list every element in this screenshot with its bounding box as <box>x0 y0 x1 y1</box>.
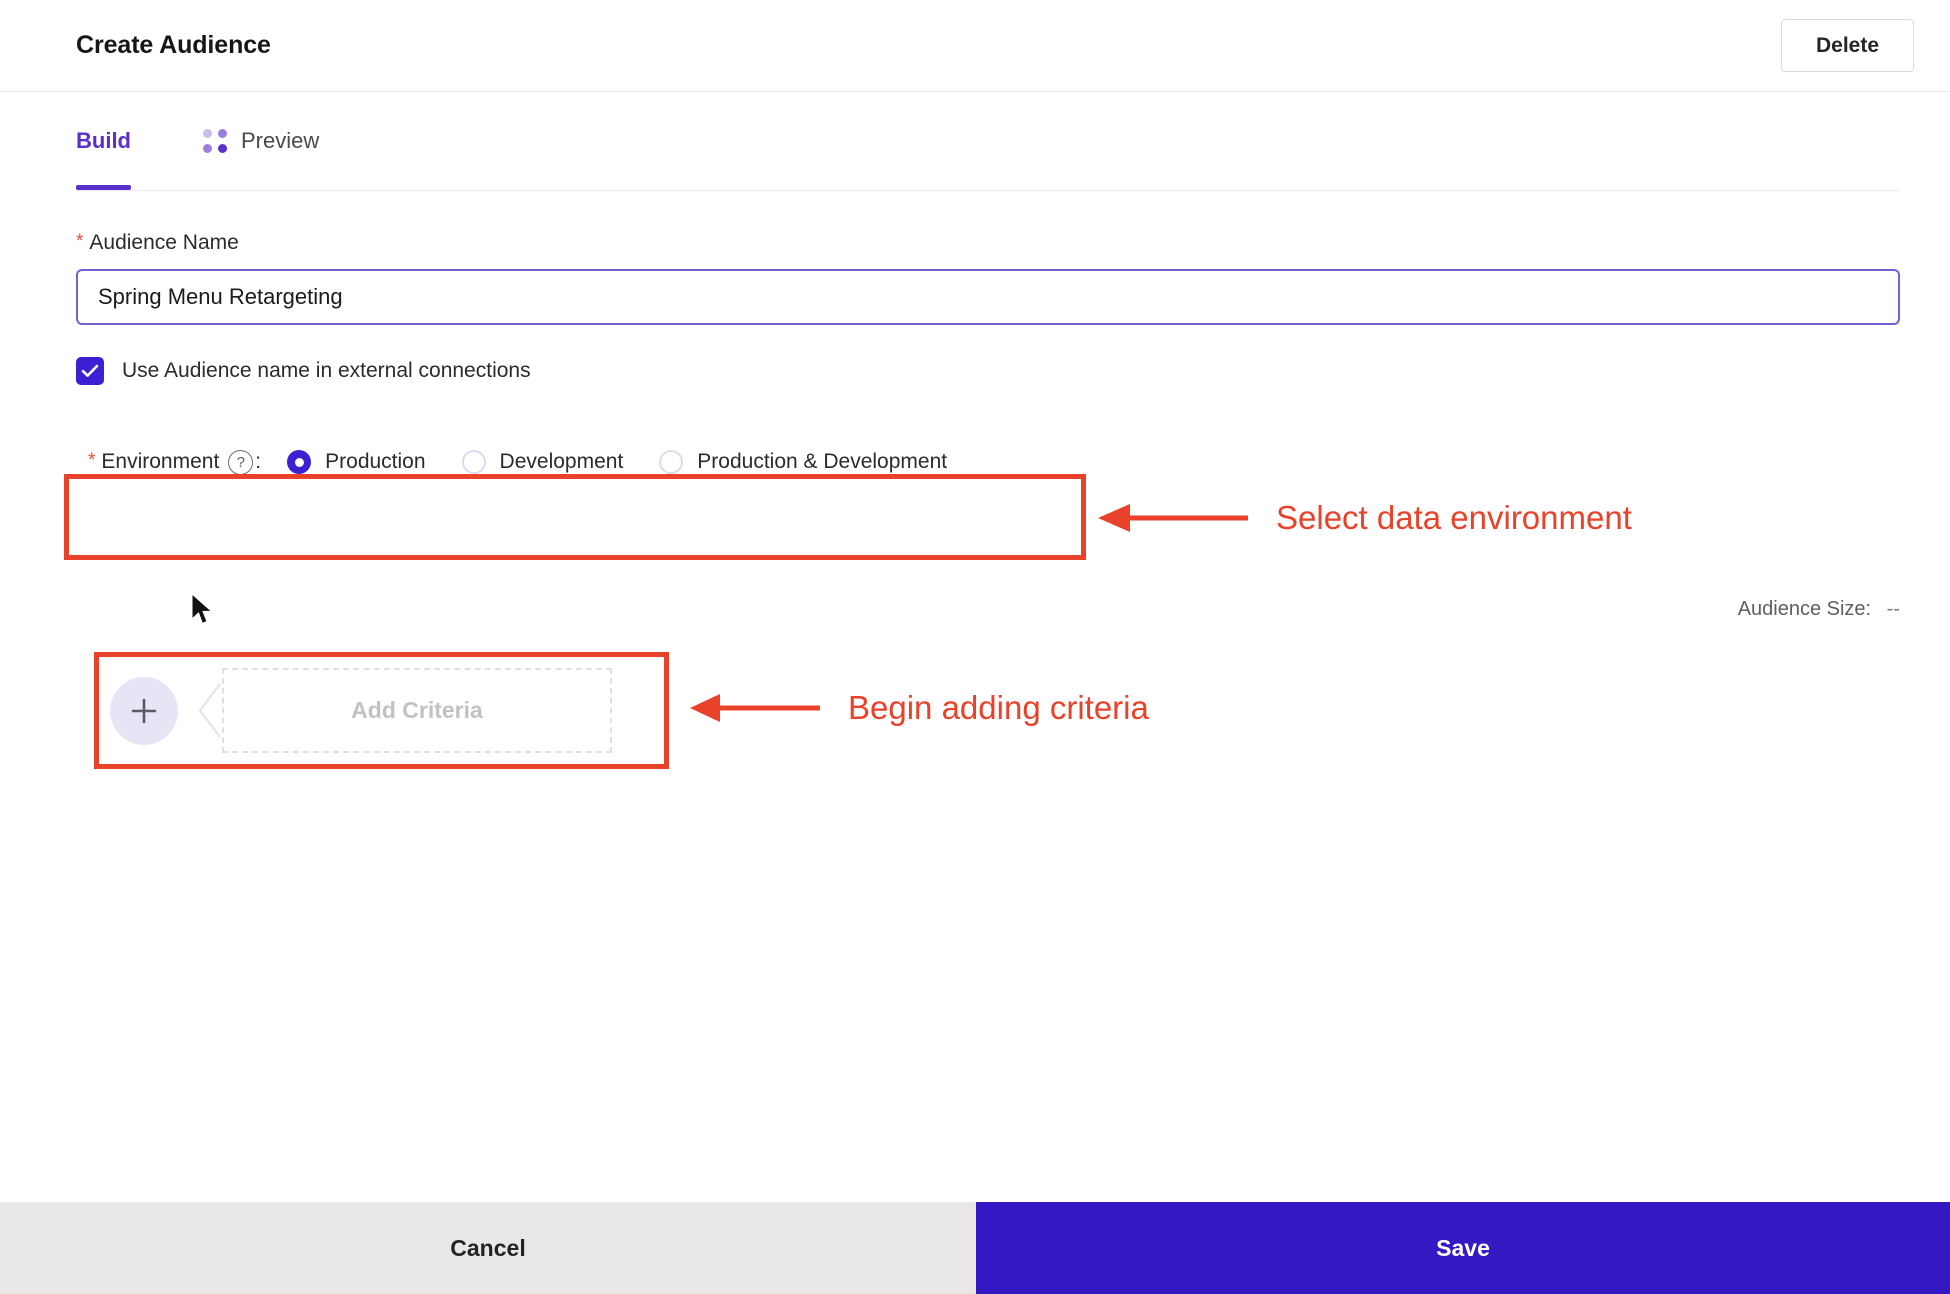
radio-unselected-icon[interactable] <box>659 450 684 474</box>
arrow-left-icon <box>690 694 820 722</box>
tab-build-label: Build <box>76 128 131 153</box>
radio-option-production[interactable]: Production <box>287 450 426 474</box>
add-criteria-plus-button[interactable] <box>110 676 178 745</box>
annotation-begin-adding-criteria: Begin adding criteria <box>690 688 1149 728</box>
radio-label-production-and-development: Production & Development <box>697 450 948 473</box>
build-form: * Audience Name Use Audience name in ext… <box>0 231 1950 493</box>
environment-row: * Environment ? : Production Development… <box>76 431 1900 493</box>
tabs-container: Build Preview <box>0 92 1950 191</box>
required-asterisk: * <box>76 230 84 252</box>
arrow-left-icon <box>1098 504 1248 532</box>
environment-label-text: Environment <box>101 450 220 473</box>
audience-name-input[interactable] <box>76 269 1900 325</box>
audience-name-label: * Audience Name <box>76 231 1900 255</box>
environment-label: * Environment ? : <box>88 449 262 475</box>
annotation-select-environment-text: Select data environment <box>1276 499 1632 536</box>
annotation-select-environment: Select data environment <box>1098 498 1632 538</box>
radio-selected-icon[interactable] <box>287 450 312 474</box>
tab-bar: Build Preview <box>76 92 1900 191</box>
mouse-cursor-icon <box>190 592 216 632</box>
radio-unselected-icon[interactable] <box>461 450 486 474</box>
audience-size-value: -- <box>1886 598 1900 620</box>
dialog-footer: Cancel Save <box>0 1202 1950 1294</box>
plus-icon <box>131 698 157 723</box>
audience-name-label-text: Audience Name <box>89 231 239 254</box>
add-criteria-dropzone[interactable]: Add Criteria <box>222 668 612 753</box>
tab-preview-label: Preview <box>241 128 320 153</box>
question-mark-icon[interactable]: ? <box>228 449 254 475</box>
four-dots-icon <box>203 129 227 153</box>
environment-colon: : <box>255 450 262 473</box>
audience-size-label: Audience Size: <box>1737 598 1872 620</box>
page-title: Create Audience <box>76 31 271 59</box>
tab-build[interactable]: Build <box>76 92 131 190</box>
tab-preview[interactable]: Preview <box>203 92 319 190</box>
checkbox-checked-icon[interactable] <box>76 357 104 385</box>
radio-label-production: Production <box>325 450 426 473</box>
add-criteria-area: Add Criteria <box>110 668 612 753</box>
criteria-connector-chevron-icon <box>194 668 222 753</box>
environment-radio-group: Production Development Production & Deve… <box>287 450 947 474</box>
cancel-button[interactable]: Cancel <box>0 1202 976 1294</box>
dialog-header: Create Audience Delete <box>0 0 1950 92</box>
save-button[interactable]: Save <box>976 1202 1950 1294</box>
audience-size: Audience Size: -- <box>1738 598 1900 621</box>
radio-option-production-and-development[interactable]: Production & Development <box>659 450 947 474</box>
external-connections-label: Use Audience name in external connection… <box>122 359 531 382</box>
required-asterisk: * <box>88 449 96 471</box>
external-connections-checkbox-row[interactable]: Use Audience name in external connection… <box>76 357 531 385</box>
radio-label-development: Development <box>499 450 624 473</box>
delete-button[interactable]: Delete <box>1780 19 1914 72</box>
annotation-begin-adding-criteria-text: Begin adding criteria <box>848 689 1149 726</box>
radio-option-development[interactable]: Development <box>461 450 624 474</box>
